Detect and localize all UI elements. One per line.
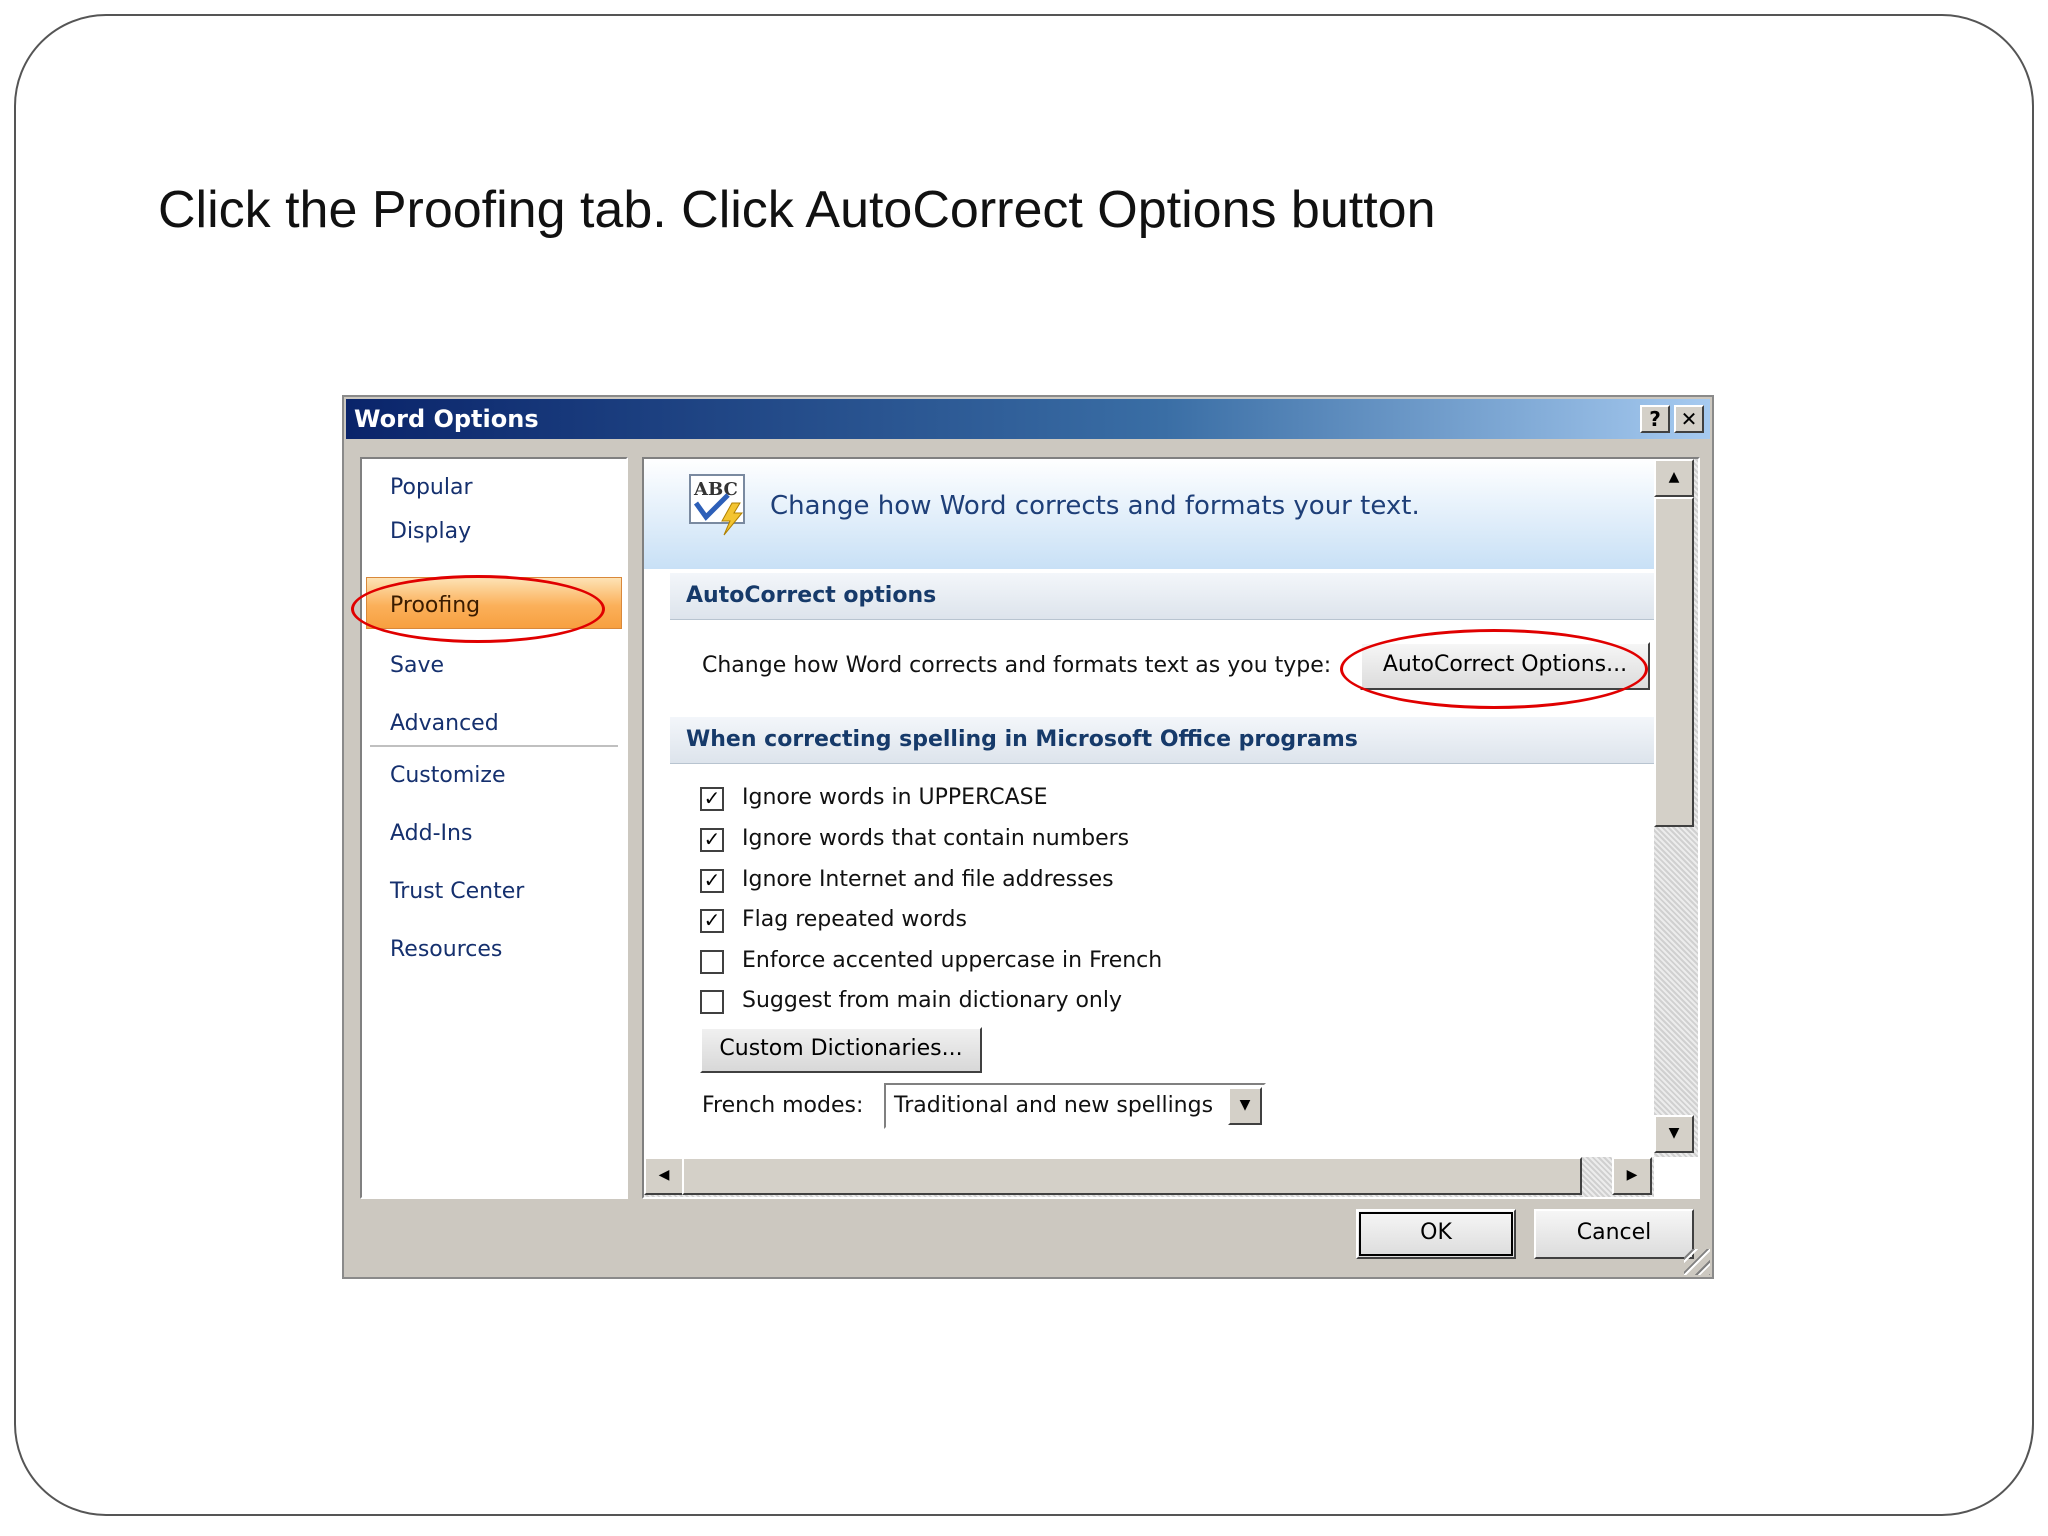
- checkbox-ignore-internet[interactable]: ✓: [700, 869, 724, 893]
- proofing-highlight-ellipse: [351, 575, 605, 643]
- scroll-right-icon[interactable]: ▶: [1612, 1157, 1652, 1195]
- help-button[interactable]: ?: [1640, 405, 1670, 433]
- custom-dictionaries-button[interactable]: Custom Dictionaries...: [700, 1027, 982, 1073]
- option-label: Flag repeated words: [742, 907, 967, 932]
- spelling-section-band: When correcting spelling in Microsoft Of…: [670, 717, 1654, 764]
- spelling-section-title: When correcting spelling in Microsoft Of…: [686, 727, 1358, 752]
- scroll-up-icon[interactable]: ▲: [1654, 459, 1694, 497]
- scroll-down-icon[interactable]: ▼: [1654, 1115, 1694, 1153]
- content-panel: ABC Change how Word corrects and formats…: [642, 457, 1700, 1199]
- option-label: Suggest from main dictionary only: [742, 988, 1122, 1013]
- option-label: Ignore words in UPPERCASE: [742, 785, 1048, 810]
- nav-item-customize[interactable]: Customize: [390, 763, 505, 788]
- french-modes-label: French modes:: [702, 1093, 864, 1118]
- checkbox-flag-repeated[interactable]: ✓: [700, 909, 724, 933]
- abc-spellcheck-icon: ABC: [689, 474, 745, 536]
- nav-item-add-ins[interactable]: Add-Ins: [390, 821, 472, 846]
- horizontal-scroll-thumb[interactable]: [682, 1157, 1582, 1195]
- autocorrect-description: Change how Word corrects and formats tex…: [702, 653, 1332, 678]
- dialog-title: Word Options: [354, 405, 539, 433]
- chevron-down-icon[interactable]: ▼: [1228, 1087, 1262, 1125]
- content-header: ABC Change how Word corrects and formats…: [644, 459, 1654, 569]
- checkbox-ignore-numbers[interactable]: ✓: [700, 828, 724, 852]
- cancel-button[interactable]: Cancel: [1534, 1209, 1694, 1259]
- scroll-left-icon[interactable]: ◀: [644, 1157, 684, 1195]
- autocorrect-section-band: AutoCorrect options: [670, 573, 1654, 620]
- ok-button[interactable]: OK: [1356, 1209, 1516, 1259]
- word-options-dialog: Word Options ? ✕ Popular Display Proofin…: [342, 395, 1714, 1279]
- instruction-text: Click the Proofing tab. Click AutoCorrec…: [158, 181, 1436, 239]
- resize-grip-icon[interactable]: [1684, 1249, 1710, 1275]
- cancel-label: Cancel: [1576, 1220, 1652, 1245]
- horizontal-scrollbar[interactable]: ◀ ▶: [644, 1157, 1654, 1197]
- checkbox-main-dictionary[interactable]: [700, 990, 724, 1014]
- vertical-scroll-thumb[interactable]: [1654, 497, 1694, 827]
- autocorrect-section-title: AutoCorrect options: [686, 583, 937, 608]
- french-modes-select[interactable]: Traditional and new spellings ▼: [884, 1083, 1266, 1129]
- french-modes-value: Traditional and new spellings: [894, 1093, 1214, 1118]
- nav-item-save[interactable]: Save: [390, 653, 444, 678]
- nav-separator: [370, 745, 618, 747]
- nav-item-advanced[interactable]: Advanced: [390, 711, 499, 736]
- autocorrect-highlight-ellipse: [1340, 629, 1648, 709]
- checkbox-enforce-french[interactable]: [700, 950, 724, 974]
- checkbox-ignore-uppercase[interactable]: ✓: [700, 787, 724, 811]
- header-text: Change how Word corrects and formats you…: [770, 491, 1420, 521]
- svg-text:ABC: ABC: [693, 479, 738, 500]
- option-label: Ignore words that contain numbers: [742, 826, 1130, 851]
- option-label: Enforce accented uppercase in French: [742, 948, 1163, 973]
- nav-item-popular[interactable]: Popular: [390, 475, 473, 500]
- nav-item-display[interactable]: Display: [390, 519, 471, 544]
- nav-item-trust-center[interactable]: Trust Center: [390, 879, 524, 904]
- vertical-scrollbar[interactable]: ▲ ▼: [1654, 459, 1698, 1157]
- nav-item-resources[interactable]: Resources: [390, 937, 502, 962]
- ok-label: OK: [1420, 1220, 1452, 1245]
- custom-dictionaries-label: Custom Dictionaries...: [719, 1036, 963, 1061]
- title-bar[interactable]: Word Options ? ✕: [346, 399, 1710, 439]
- option-label: Ignore Internet and file addresses: [742, 867, 1114, 892]
- nav-panel: Popular Display Proofing Save Advanced C…: [360, 457, 628, 1199]
- close-button[interactable]: ✕: [1674, 405, 1704, 433]
